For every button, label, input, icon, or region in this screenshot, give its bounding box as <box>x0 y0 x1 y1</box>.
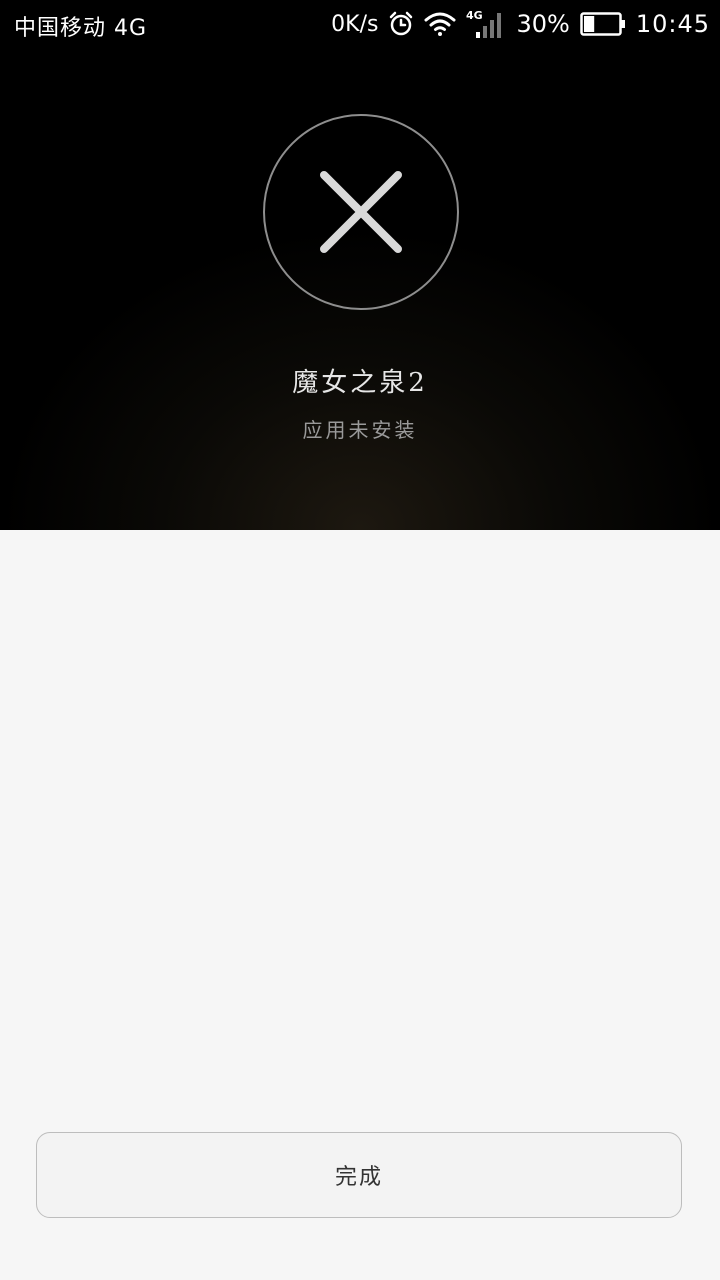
signal-type-label: 4G <box>466 9 483 22</box>
cell-signal-icon: 4G <box>466 8 506 40</box>
install-status-text: 应用未安装 <box>302 418 418 442</box>
status-right: 0K/s 4G 30% 10:45 <box>331 0 710 48</box>
app-name: 魔女之泉2 <box>292 368 428 398</box>
clock: 10:45 <box>635 10 710 38</box>
battery-icon <box>580 11 626 37</box>
carrier-label: 中国移动 4G <box>14 16 148 41</box>
close-icon <box>320 171 402 253</box>
fail-indicator <box>263 114 459 310</box>
alarm-icon <box>388 11 414 37</box>
done-button[interactable]: 完成 <box>36 1132 682 1218</box>
status-bar: 中国移动 4G 0K/s 4G 30% 10:45 <box>0 0 720 48</box>
install-result-screen: 中国移动 4G 0K/s 4G 30% 10:45 魔女之泉2 应用未安装 完成 <box>0 0 720 1280</box>
network-speed: 0K/s <box>331 11 379 37</box>
install-result-header: 魔女之泉2 应用未安装 <box>0 48 720 530</box>
battery-percent: 30% <box>516 10 570 38</box>
battery-fill <box>583 16 595 32</box>
wifi-icon <box>424 11 456 37</box>
